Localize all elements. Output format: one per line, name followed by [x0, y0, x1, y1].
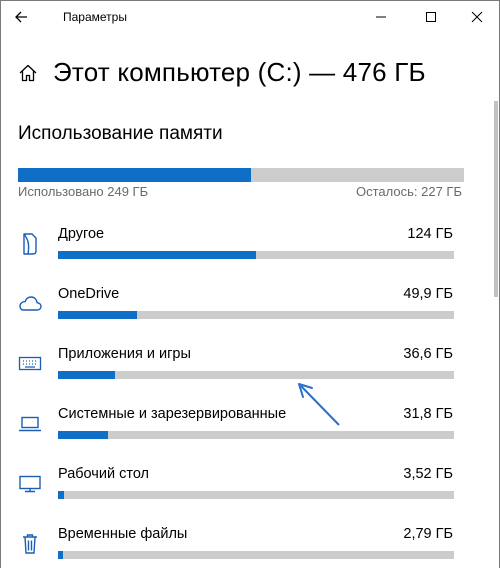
document-icon — [17, 231, 43, 257]
category-label: Другое — [58, 226, 105, 242]
category-apps[interactable]: Приложения и игры 36,6 ГБ — [1, 343, 481, 403]
keyboard-icon — [17, 351, 43, 377]
home-icon[interactable] — [18, 63, 38, 83]
settings-window: Параметры Этот компьютер (C:) — 476 ГБ И… — [0, 0, 500, 568]
category-bar-fill — [58, 251, 256, 259]
category-system[interactable]: Системные и зарезервированные 31,8 ГБ — [1, 403, 481, 463]
category-bar-fill — [58, 491, 64, 499]
category-label: Системные и зарезервированные — [58, 406, 287, 422]
cloud-icon — [17, 291, 43, 317]
scrollbar-thumb[interactable] — [494, 101, 498, 297]
title-bar: Параметры — [1, 1, 499, 33]
category-onedrive[interactable]: OneDrive 49,9 ГБ — [1, 283, 481, 343]
total-usage-fill — [18, 168, 252, 182]
category-label: Приложения и игры — [58, 346, 191, 362]
category-bar-fill — [58, 551, 63, 559]
category-bar — [58, 251, 454, 259]
used-label: Использовано 249 ГБ — [18, 184, 149, 199]
page-title: Этот компьютер (C:) — 476 ГБ — [53, 57, 426, 87]
window-title: Параметры — [63, 10, 127, 24]
category-other[interactable]: Другое 124 ГБ — [1, 223, 481, 283]
category-size: 124 ГБ — [407, 226, 453, 242]
laptop-icon — [17, 411, 43, 437]
category-size: 36,6 ГБ — [403, 346, 453, 362]
category-size: 2,79 ГБ — [403, 526, 453, 542]
maximize-button[interactable] — [408, 1, 454, 33]
page-header: Этот компьютер (C:) — 476 ГБ — [1, 53, 499, 97]
category-temp-files[interactable]: Временные файлы 2,79 ГБ — [1, 523, 481, 568]
category-bar-fill — [58, 431, 108, 439]
category-bar-fill — [58, 311, 138, 319]
back-arrow-icon — [15, 11, 27, 23]
back-button[interactable] — [8, 4, 34, 30]
close-icon — [471, 11, 483, 23]
section-title: Использование памяти — [18, 123, 223, 144]
category-size: 31,8 ГБ — [403, 406, 453, 422]
category-bar — [58, 311, 454, 319]
category-bar — [58, 491, 454, 499]
category-size: 3,52 ГБ — [403, 466, 453, 482]
category-bar — [58, 551, 454, 559]
maximize-icon — [426, 12, 436, 22]
trash-icon — [17, 531, 43, 557]
category-bar — [58, 371, 454, 379]
category-label: Рабочий стол — [58, 466, 150, 482]
category-size: 49,9 ГБ — [403, 286, 453, 302]
free-label: Осталось: 227 ГБ — [356, 184, 462, 199]
category-label: OneDrive — [58, 286, 120, 302]
minimize-icon — [376, 16, 386, 18]
category-bar — [58, 431, 454, 439]
category-label: Временные файлы — [58, 526, 188, 542]
monitor-icon — [17, 471, 43, 497]
close-button[interactable] — [454, 1, 499, 33]
category-bar-fill — [58, 371, 116, 379]
total-usage-bar — [18, 168, 464, 182]
category-desktop[interactable]: Рабочий стол 3,52 ГБ — [1, 463, 481, 523]
minimize-button[interactable] — [358, 1, 404, 33]
